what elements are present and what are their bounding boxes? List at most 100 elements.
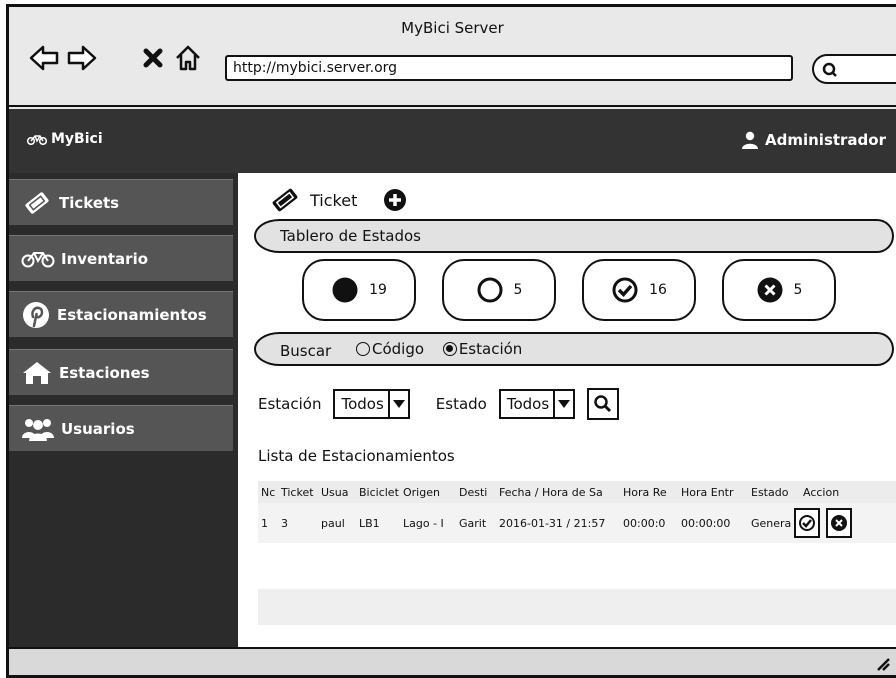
approve-button[interactable] bbox=[794, 508, 820, 538]
table-cell: Lago - I bbox=[403, 516, 444, 530]
forward-arrow-icon[interactable] bbox=[65, 43, 99, 73]
status-bar bbox=[9, 647, 896, 675]
home-icon bbox=[23, 361, 51, 384]
row-actions bbox=[794, 508, 896, 538]
user-menu[interactable]: Administrador bbox=[741, 131, 886, 149]
window-title: MyBici Server bbox=[401, 19, 504, 37]
brand[interactable]: MyBici bbox=[27, 131, 103, 147]
main-content: Ticket Tablero de Estados 19 5 16 5 Busc… bbox=[238, 173, 896, 647]
column-header: Nc bbox=[261, 485, 276, 499]
station-filter-label: Estación bbox=[258, 395, 322, 413]
list-title: Lista de Estacionamientos bbox=[258, 447, 455, 465]
filter-row: Estación Todos Estado Todos bbox=[258, 388, 620, 420]
radio-label: Estación bbox=[458, 340, 523, 358]
search-icon bbox=[594, 395, 612, 413]
column-header: Biciclet bbox=[359, 485, 399, 499]
bicycle-icon bbox=[27, 135, 47, 145]
table-header-row: Nc Ticket Usua Biciclet Origen Desti Fec… bbox=[258, 481, 896, 503]
table-cell: 1 bbox=[261, 516, 268, 530]
filled-circle-icon bbox=[332, 277, 358, 303]
parking-table: Nc Ticket Usua Biciclet Origen Desti Fec… bbox=[258, 481, 896, 543]
column-header: Hora Entr bbox=[681, 485, 734, 499]
state-card-cancelled[interactable]: 5 bbox=[722, 259, 836, 321]
pinterest-icon bbox=[23, 301, 49, 328]
sidebar-item-tickets[interactable]: Tickets bbox=[9, 179, 233, 225]
table-cell: 00:00:0 bbox=[623, 516, 666, 530]
station-select[interactable]: Todos bbox=[333, 389, 410, 419]
search-button[interactable] bbox=[587, 388, 620, 420]
state-count: 19 bbox=[369, 282, 387, 298]
table-cell: 00:00:00 bbox=[681, 516, 731, 530]
table-cell: Genera bbox=[751, 516, 792, 530]
radio-circle bbox=[356, 342, 370, 356]
check-circle-icon bbox=[612, 277, 638, 303]
home-icon[interactable] bbox=[171, 43, 205, 73]
radio-estacion[interactable]: Estación bbox=[442, 334, 523, 364]
sidebar-item-label: Usuarios bbox=[61, 419, 135, 438]
sidebar: Tickets Inventario Estacionamientos Esta… bbox=[9, 173, 238, 647]
user-name: Administrador bbox=[765, 131, 886, 149]
state-select[interactable]: Todos bbox=[498, 389, 576, 419]
column-header: Accion bbox=[803, 485, 840, 499]
caret-down-icon bbox=[387, 391, 408, 417]
check-circle-icon bbox=[799, 515, 815, 531]
x-circle-icon bbox=[757, 277, 783, 303]
user-icon bbox=[742, 131, 758, 149]
table-row[interactable]: 1 3 paul LB1 Lago - I Garit 2016-01-31 /… bbox=[258, 503, 896, 543]
column-header: Desti bbox=[459, 485, 488, 499]
browser-search-input[interactable] bbox=[812, 54, 896, 84]
add-ticket-button[interactable] bbox=[383, 188, 407, 212]
table-cell: paul bbox=[321, 516, 345, 530]
state-card-completed[interactable]: 16 bbox=[582, 259, 696, 321]
bicycle-icon bbox=[21, 251, 55, 267]
app-header: MyBici Administrador bbox=[9, 109, 896, 173]
sidebar-item-label: Inventario bbox=[61, 249, 149, 268]
ticket-icon bbox=[25, 191, 49, 214]
table-cell: LB1 bbox=[359, 516, 380, 530]
state-card-pending[interactable]: 5 bbox=[442, 259, 556, 321]
ticket-header: Ticket bbox=[268, 187, 407, 213]
table-cell: 3 bbox=[281, 516, 288, 530]
back-arrow-icon[interactable] bbox=[27, 43, 61, 73]
cancel-button[interactable] bbox=[825, 508, 852, 538]
column-header: Fecha / Hora de Sa bbox=[499, 485, 603, 499]
select-value: Todos bbox=[506, 395, 550, 413]
state-count: 16 bbox=[649, 282, 667, 298]
resize-handle-icon[interactable] bbox=[874, 655, 890, 671]
column-header: Estado bbox=[751, 485, 789, 499]
sidebar-item-usuarios[interactable]: Usuarios bbox=[9, 405, 233, 451]
column-header: Ticket bbox=[281, 485, 314, 499]
table-cell: 2016-01-31 / 21:57 bbox=[499, 516, 606, 530]
sidebar-item-label: Estacionamientos bbox=[57, 305, 207, 324]
close-icon[interactable] bbox=[136, 43, 170, 73]
sidebar-item-estacionamientos[interactable]: Estacionamientos bbox=[9, 291, 233, 337]
browser-titlebar: MyBici Server http://mybici.server.org bbox=[9, 7, 896, 107]
table-cell: Garit bbox=[459, 516, 487, 530]
table-empty-area bbox=[258, 589, 896, 625]
radio-circle bbox=[442, 342, 457, 356]
sidebar-item-estaciones[interactable]: Estaciones bbox=[9, 349, 233, 395]
state-filter-label: Estado bbox=[435, 395, 487, 413]
x-circle-icon bbox=[830, 515, 847, 531]
sidebar-item-label: Estaciones bbox=[59, 363, 150, 382]
brand-name: MyBici bbox=[51, 131, 103, 147]
empty-circle-icon bbox=[477, 277, 503, 303]
sidebar-item-label: Tickets bbox=[59, 193, 120, 212]
column-header: Origen bbox=[403, 485, 440, 499]
state-card-active[interactable]: 19 bbox=[302, 259, 416, 321]
radio-label: Código bbox=[372, 340, 425, 358]
ticket-label: Ticket bbox=[310, 190, 358, 210]
search-icon bbox=[822, 62, 837, 77]
sidebar-item-inventario[interactable]: Inventario bbox=[9, 235, 233, 281]
caret-down-icon bbox=[553, 391, 573, 417]
browser-window: MyBici Server http://mybici.server.org M… bbox=[6, 4, 896, 678]
select-value: Todos bbox=[341, 395, 384, 413]
state-count: 5 bbox=[513, 282, 523, 298]
url-input[interactable]: http://mybici.server.org bbox=[225, 55, 793, 81]
search-panel: Buscar Código Estación bbox=[254, 332, 894, 366]
state-count: 5 bbox=[793, 282, 803, 298]
radio-codigo[interactable]: Código bbox=[356, 334, 424, 364]
status-board-header: Tablero de Estados bbox=[254, 219, 894, 253]
users-icon bbox=[22, 418, 54, 441]
search-label: Buscar bbox=[280, 342, 332, 360]
